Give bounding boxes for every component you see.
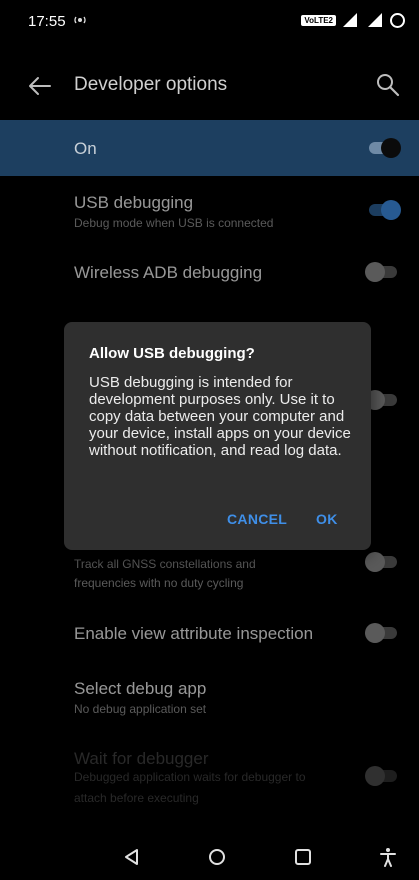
ok-button[interactable]: OK <box>316 511 338 527</box>
accessibility-icon[interactable] <box>378 847 398 867</box>
master-switch-row[interactable]: On <box>0 120 419 176</box>
signal-boost-icon <box>74 14 86 29</box>
usb-debugging-dialog: Allow USB debugging? USB debugging is in… <box>64 322 371 550</box>
navigation-bar <box>0 832 419 880</box>
status-time: 17:55 <box>28 13 66 30</box>
circle-home-icon[interactable] <box>207 847 227 867</box>
wifi-signal-icon <box>368 13 382 27</box>
volte-badge: VoLTE2 <box>301 14 336 26</box>
app-toolbar: Developer options <box>0 56 419 116</box>
status-bar: 17:55 VoLTE2 <box>0 0 419 44</box>
cellular-signal-icon <box>343 13 357 27</box>
master-switch-label: On <box>74 139 97 158</box>
arrow-left-icon[interactable] <box>26 72 54 100</box>
master-toggle[interactable] <box>365 137 401 159</box>
battery-ring-icon <box>390 12 405 28</box>
square-recents-icon[interactable] <box>293 847 313 867</box>
dialog-message: USB debugging is intended for developmen… <box>89 374 351 459</box>
cancel-button[interactable]: CANCEL <box>227 511 287 527</box>
triangle-back-icon[interactable] <box>122 847 142 867</box>
dialog-title: Allow USB debugging? <box>89 345 255 362</box>
page-title: Developer options <box>74 74 228 95</box>
status-icons: VoLTE2 <box>301 12 405 28</box>
toggle-thumb <box>381 138 401 158</box>
search-icon[interactable] <box>375 72 401 98</box>
